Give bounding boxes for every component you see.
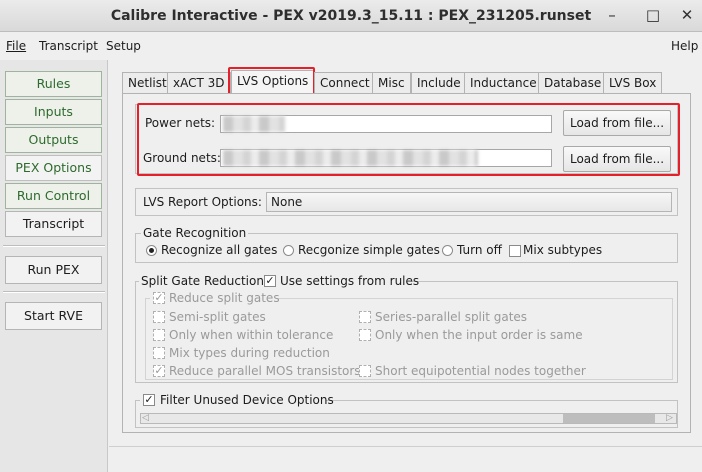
recognize-all-radio[interactable] bbox=[146, 245, 157, 256]
close-button[interactable]: ✕ bbox=[672, 0, 702, 30]
recognize-all-label: Recognize all gates bbox=[161, 243, 278, 257]
maximize-button[interactable]: □ bbox=[638, 0, 668, 30]
nav-outputs-button[interactable]: Outputs bbox=[5, 127, 102, 153]
menu-file[interactable]: File bbox=[6, 39, 26, 53]
within-tolerance-checkbox[interactable] bbox=[153, 329, 165, 341]
filter-unused-checkbox[interactable]: ✓ bbox=[143, 394, 155, 406]
reduce-split-label: Reduce split gates bbox=[169, 291, 280, 305]
reduce-parallel-checkbox[interactable]: ✓ bbox=[153, 365, 165, 377]
run-pex-button[interactable]: Run PEX bbox=[5, 256, 102, 284]
lvs-report-label: LVS Report Options: bbox=[143, 195, 262, 209]
tab-netlist[interactable]: Netlist bbox=[122, 72, 173, 94]
series-parallel-label: Series-parallel split gates bbox=[375, 310, 528, 324]
filter-unused-label: Filter Unused Device Options bbox=[160, 393, 334, 407]
gate-recognition-title: Gate Recognition bbox=[141, 226, 249, 240]
series-parallel-checkbox[interactable] bbox=[359, 311, 371, 323]
use-settings-label: Use settings from rules bbox=[280, 274, 420, 288]
turn-off-radio[interactable] bbox=[442, 245, 453, 256]
nav-transcript-button[interactable]: Transcript bbox=[5, 211, 102, 237]
tab-misc[interactable]: Misc bbox=[372, 72, 411, 94]
tab-include[interactable]: Include bbox=[411, 72, 467, 94]
tab-xact-3d[interactable]: xACT 3D bbox=[167, 72, 231, 94]
reduce-split-checkbox[interactable]: ✓ bbox=[153, 292, 165, 304]
lvs-report-select[interactable]: None bbox=[266, 192, 672, 212]
nav-divider bbox=[3, 245, 105, 247]
recognize-simple-radio[interactable] bbox=[283, 245, 294, 256]
nav-pex-options-button[interactable]: PEX Options bbox=[5, 155, 102, 181]
split-gate-title: Split Gate Reduction: bbox=[141, 274, 269, 288]
nets-highlight bbox=[137, 103, 680, 176]
input-order-checkbox[interactable] bbox=[359, 329, 371, 341]
mix-subtypes-label: Mix subtypes bbox=[523, 243, 603, 257]
scroll-left-icon[interactable]: ◁ bbox=[142, 413, 149, 424]
tab-connect[interactable]: Connect bbox=[314, 72, 376, 94]
semi-split-label: Semi-split gates bbox=[169, 310, 266, 324]
turn-off-label: Turn off bbox=[457, 243, 502, 257]
tab-lvs-box[interactable]: LVS Box bbox=[603, 72, 663, 94]
mix-types-label: Mix types during reduction bbox=[169, 346, 330, 360]
recognize-simple-label: Recgonize simple gates bbox=[298, 243, 440, 257]
mix-subtypes-checkbox[interactable] bbox=[509, 245, 521, 257]
status-divider bbox=[109, 446, 702, 447]
start-rve-button[interactable]: Start RVE bbox=[5, 302, 102, 330]
menu-help[interactable]: Help bbox=[671, 39, 698, 53]
tab-inductance[interactable]: Inductance bbox=[464, 72, 543, 94]
within-tolerance-label: Only when within tolerance bbox=[169, 328, 334, 342]
menu-setup[interactable]: Setup bbox=[106, 39, 141, 53]
short-equipotential-label: Short equipotential nodes together bbox=[375, 364, 586, 378]
semi-split-checkbox[interactable] bbox=[153, 311, 165, 323]
reduce-parallel-label: Reduce parallel MOS transistors bbox=[169, 364, 361, 378]
nav-rules-button[interactable]: Rules bbox=[5, 71, 102, 97]
nav-inputs-button[interactable]: Inputs bbox=[5, 99, 102, 125]
menu-transcript[interactable]: Transcript bbox=[39, 39, 98, 53]
mix-types-checkbox[interactable] bbox=[153, 347, 165, 359]
input-order-label: Only when the input order is same bbox=[375, 328, 583, 342]
nav-run-control-button[interactable]: Run Control bbox=[5, 183, 102, 209]
tab-database[interactable]: Database bbox=[538, 72, 608, 94]
short-equipotential-checkbox[interactable] bbox=[359, 365, 371, 377]
nav-divider bbox=[3, 291, 105, 293]
scroll-right-icon[interactable]: ▷ bbox=[666, 413, 673, 424]
use-settings-checkbox[interactable]: ✓ bbox=[264, 275, 276, 287]
scrollbar-thumb[interactable] bbox=[563, 414, 655, 423]
minimize-button[interactable]: – bbox=[597, 0, 627, 30]
